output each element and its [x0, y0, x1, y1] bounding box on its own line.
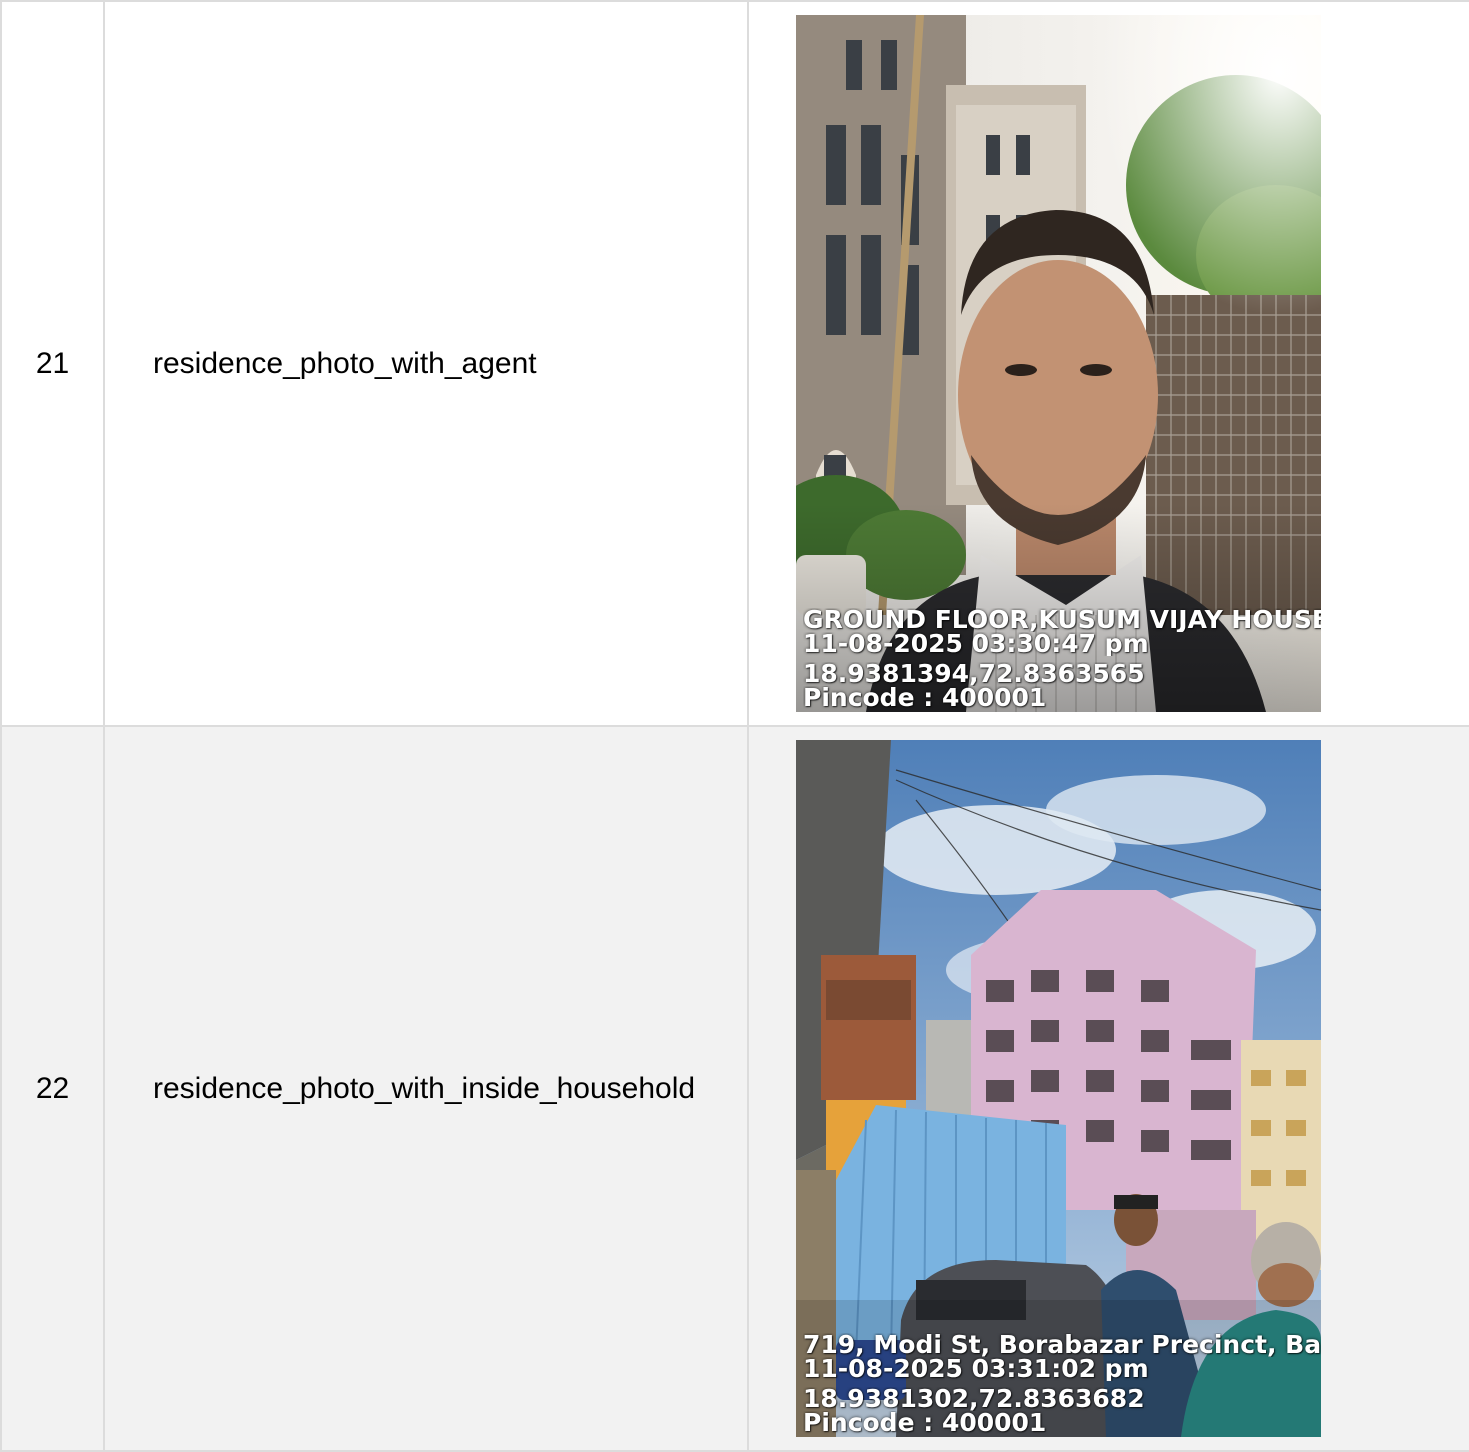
stamp-address: 719, Modi St, Borabazar Precinct, Ballar… [803, 1333, 1321, 1357]
table-row: 21 residence_photo_with_agent GROUND FLO… [0, 0, 1469, 727]
stamp-coords: 18.9381394,72.8363565 [803, 662, 1145, 686]
photo-cell: GROUND FLOOR,KUSUM VIJAY HOUSE 17 11-08-… [747, 0, 1469, 727]
row-label: residence_photo_with_agent [103, 0, 749, 727]
row-number: 21 [0, 0, 105, 727]
stamp-datetime: 11-08-2025 03:30:47 pm [803, 632, 1149, 656]
table-row: 22 residence_photo_with_inside_household [0, 725, 1469, 1452]
row-number: 22 [0, 725, 105, 1452]
stamp-address: GROUND FLOOR,KUSUM VIJAY HOUSE 17 [803, 608, 1321, 632]
photo-cell: 719, Modi St, Borabazar Precinct, Ballar… [747, 725, 1469, 1452]
photo-table: 21 residence_photo_with_agent GROUND FLO… [0, 0, 1469, 1452]
selfie-photo: GROUND FLOOR,KUSUM VIJAY HOUSE 17 11-08-… [796, 15, 1321, 712]
building-photo: 719, Modi St, Borabazar Precinct, Ballar… [796, 740, 1321, 1437]
stamp-coords: 18.9381302,72.8363682 [803, 1387, 1145, 1411]
row-label: residence_photo_with_inside_household [103, 725, 749, 1452]
stamp-datetime: 11-08-2025 03:31:02 pm [803, 1357, 1149, 1381]
stamp-pincode: Pincode : 400001 [803, 686, 1047, 710]
photo-stamp: GROUND FLOOR,KUSUM VIJAY HOUSE 17 11-08-… [803, 608, 1321, 710]
photo-stamp: 719, Modi St, Borabazar Precinct, Ballar… [803, 1333, 1321, 1435]
stamp-pincode: Pincode : 400001 [803, 1411, 1047, 1435]
